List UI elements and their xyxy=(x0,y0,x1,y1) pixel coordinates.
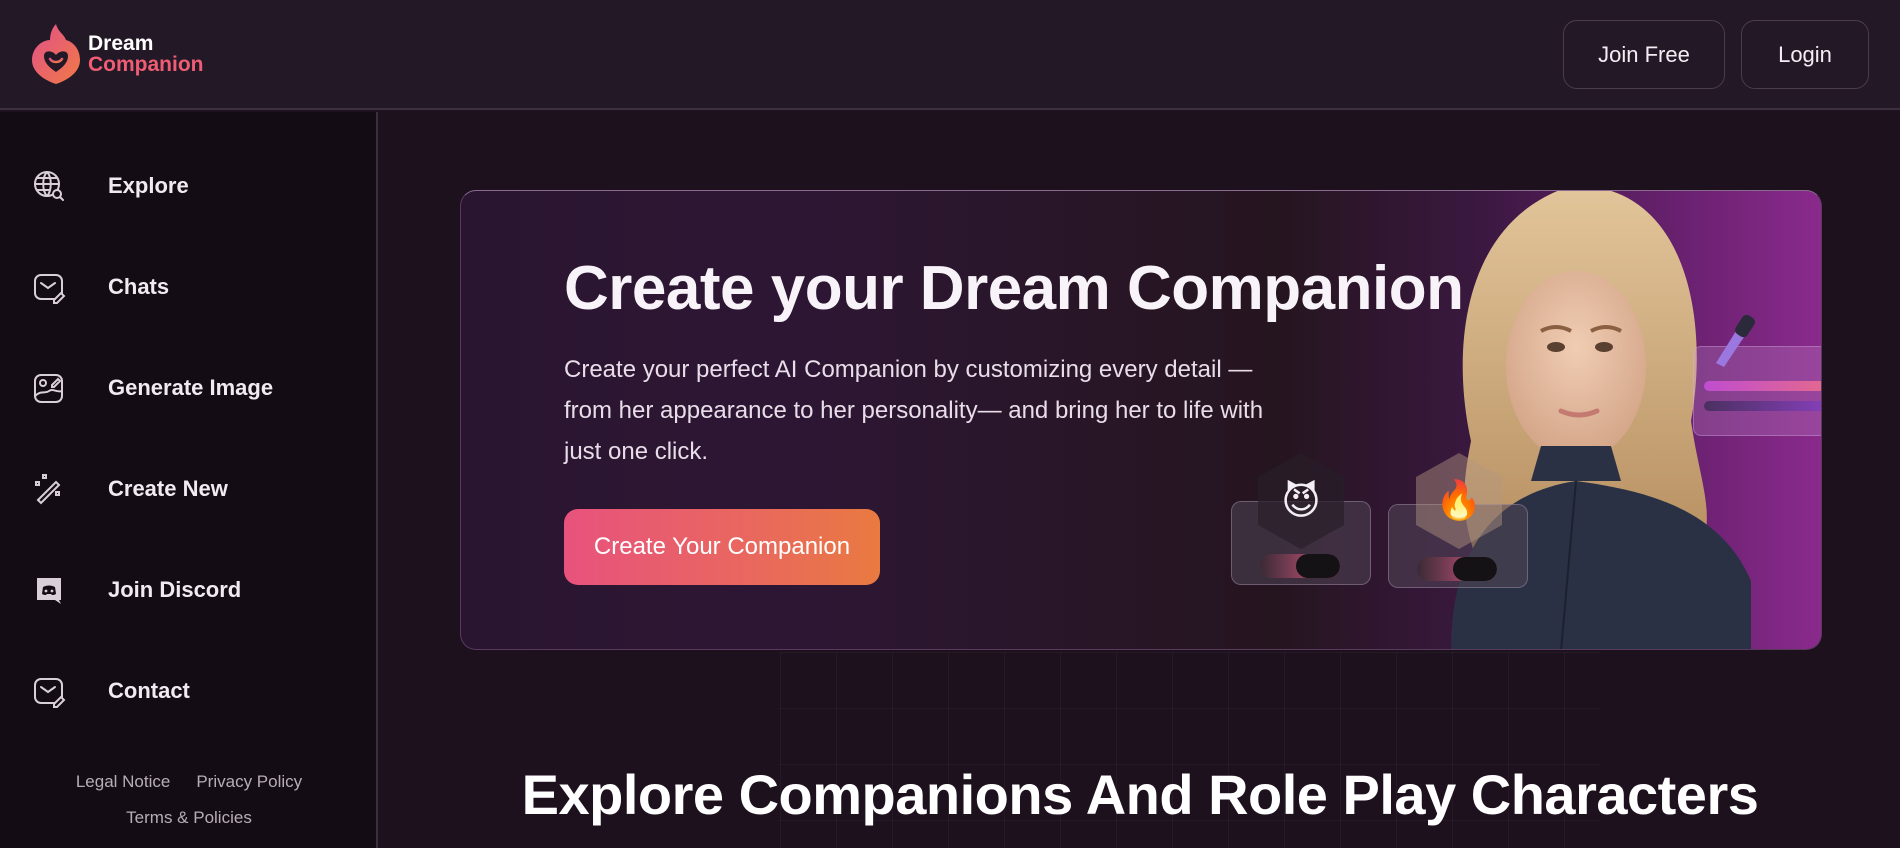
magic-wand-icon xyxy=(30,470,68,508)
join-free-button[interactable]: Join Free xyxy=(1563,20,1725,89)
slider-bar xyxy=(1704,381,1821,391)
create-companion-button[interactable]: Create Your Companion xyxy=(564,509,880,585)
toggle-switch[interactable] xyxy=(1417,557,1497,581)
sidebar-item-create-new[interactable]: Create New xyxy=(30,465,350,513)
eyedropper-icon xyxy=(1716,314,1755,367)
chat-edit-icon xyxy=(30,268,68,306)
top-header: Dream Companion Join Free Login xyxy=(0,0,1900,110)
sidebar-item-join-discord[interactable]: Join Discord xyxy=(30,566,350,614)
sidebar-item-label: Explore xyxy=(108,173,189,198)
sidebar-item-label: Create New xyxy=(108,476,228,501)
sidebar-footer: Legal Notice Privacy Policy Terms & Poli… xyxy=(0,772,378,828)
image-edit-icon xyxy=(30,369,68,407)
sidebar-item-generate-image[interactable]: Generate Image xyxy=(30,364,350,412)
toggle-switch[interactable] xyxy=(1260,554,1340,578)
mail-edit-icon xyxy=(30,672,68,710)
sidebar-item-contact[interactable]: Contact xyxy=(30,667,350,715)
privacy-policy-link[interactable]: Privacy Policy xyxy=(196,772,302,792)
login-button[interactable]: Login xyxy=(1741,20,1869,89)
slider-bar xyxy=(1704,401,1821,411)
sidebar-item-label: Contact xyxy=(108,678,190,703)
discord-icon xyxy=(30,571,68,609)
sidebar-item-label: Chats xyxy=(108,274,170,299)
hero-title: Create your Dream Companion xyxy=(564,254,1464,323)
legal-notice-link[interactable]: Legal Notice xyxy=(76,772,171,792)
hero-description: Create your perfect AI Companion by cust… xyxy=(564,356,1264,465)
brand-name-line2: Companion xyxy=(88,53,204,76)
hero-banner: Create your Dream Companion Create your … xyxy=(460,190,1822,650)
globe-search-icon xyxy=(30,167,68,205)
terms-policies-link[interactable]: Terms & Policies xyxy=(126,808,252,828)
main-content: Create your Dream Companion Create your … xyxy=(380,112,1900,848)
sidebar-item-label: Join Discord xyxy=(108,577,242,602)
section-title: Explore Companions And Role Play Charact… xyxy=(521,763,1759,826)
sidebar-item-label: Generate Image xyxy=(108,375,274,400)
sidebar: Explore Chats Generate Image Create New xyxy=(0,112,378,848)
brand-name-line1: Dream xyxy=(88,32,154,55)
flame-heart-logo-icon xyxy=(32,24,80,84)
sidebar-item-chats[interactable]: Chats xyxy=(30,263,350,311)
sidebar-item-explore[interactable]: Explore xyxy=(30,162,350,210)
logo[interactable]: Dream Companion xyxy=(30,22,204,86)
